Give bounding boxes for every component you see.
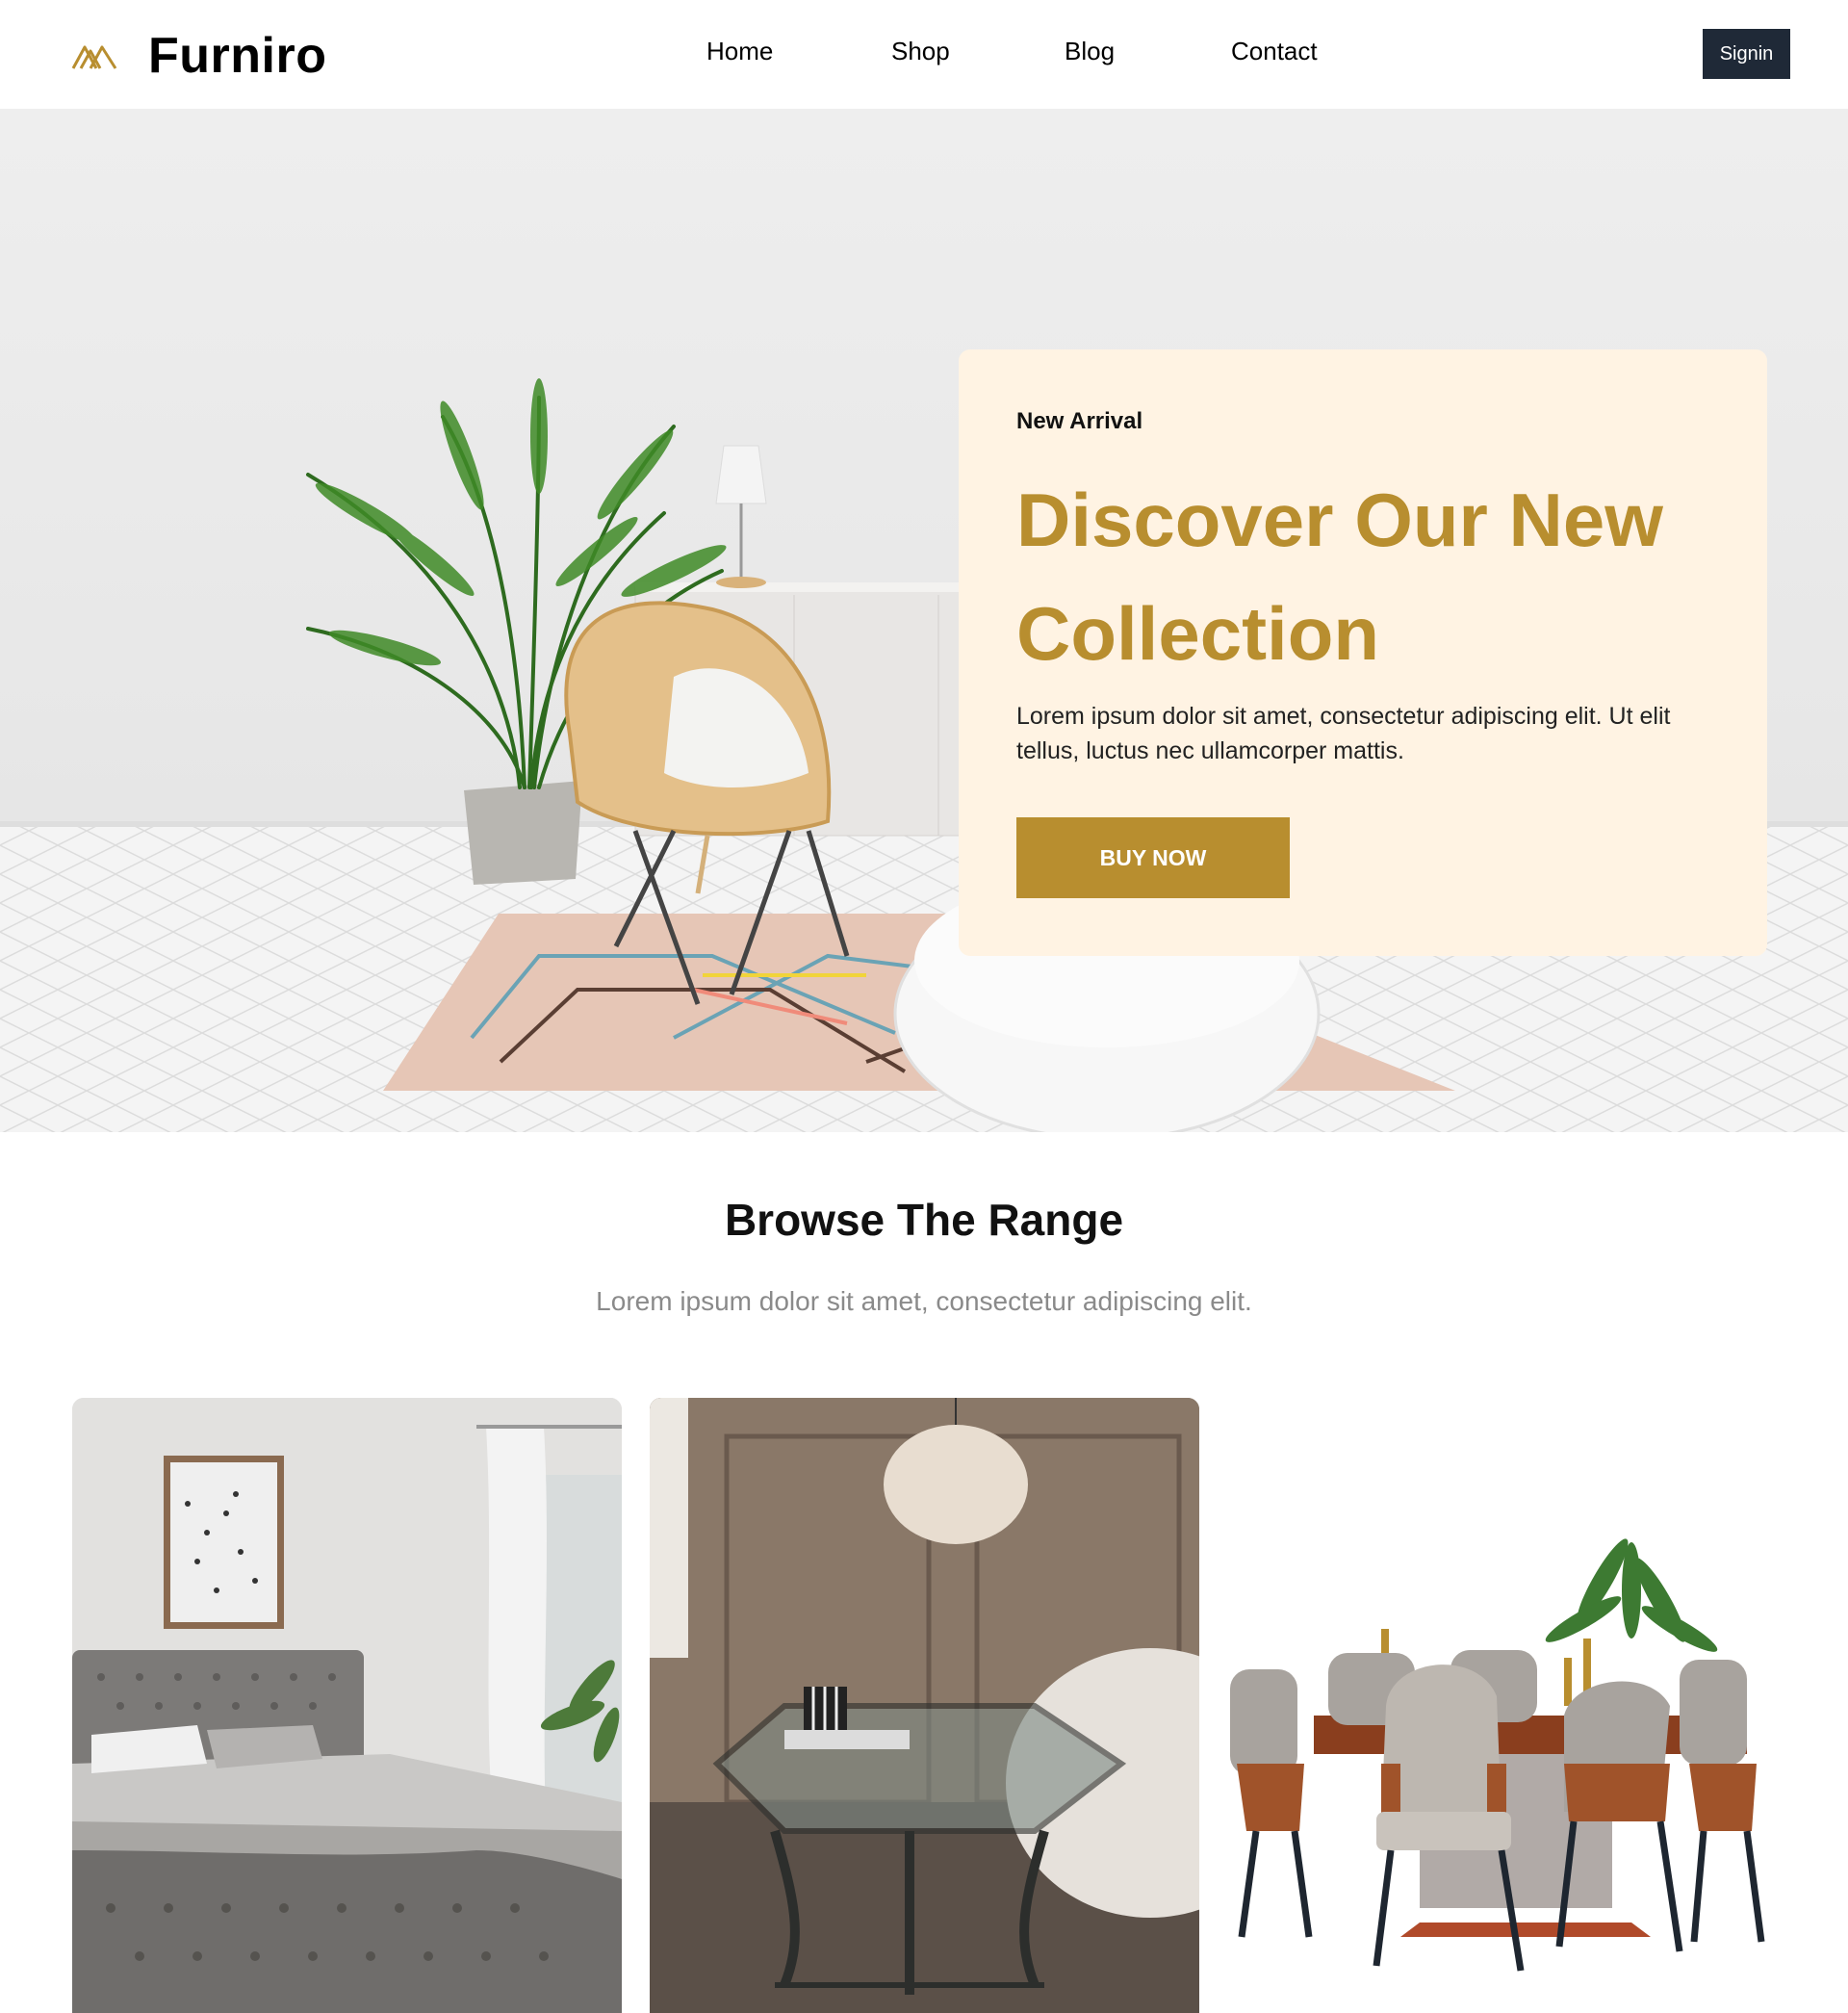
nav-blog[interactable]: Blog (1065, 37, 1115, 66)
browse-title: Browse The Range (724, 1195, 1124, 1245)
nav-shop[interactable]: Shop (891, 37, 950, 66)
hero-title: Discover Our New Collection (1016, 477, 1663, 676)
site-header: Furniro Home Shop Blog Contact Signin (0, 0, 1848, 109)
category-card-dining[interactable] (1227, 1398, 1777, 2013)
bedroom-image (72, 1398, 622, 2013)
category-card-bedroom[interactable] (72, 1398, 622, 2013)
hero-description: Lorem ipsum dolor sit amet, consectetur … (1016, 703, 1671, 764)
hero-eyebrow: New Arrival (1016, 408, 1143, 434)
category-card-living[interactable] (650, 1398, 1199, 2013)
buy-now-button[interactable]: BUY NOW (1016, 817, 1290, 898)
living-room-image (650, 1398, 1199, 2013)
dining-set-image (1227, 1398, 1777, 2013)
signin-button[interactable]: Signin (1703, 29, 1790, 79)
browse-subtitle: Lorem ipsum dolor sit amet, consectetur … (596, 1286, 1252, 1316)
main-nav: Home Shop Blog Contact (0, 37, 1848, 71)
nav-contact[interactable]: Contact (1231, 37, 1318, 66)
nav-home[interactable]: Home (706, 37, 773, 66)
hero-section: New Arrival Discover Our New Collection … (0, 109, 1848, 1132)
hero-card: New Arrival Discover Our New Collection … (959, 349, 1767, 956)
